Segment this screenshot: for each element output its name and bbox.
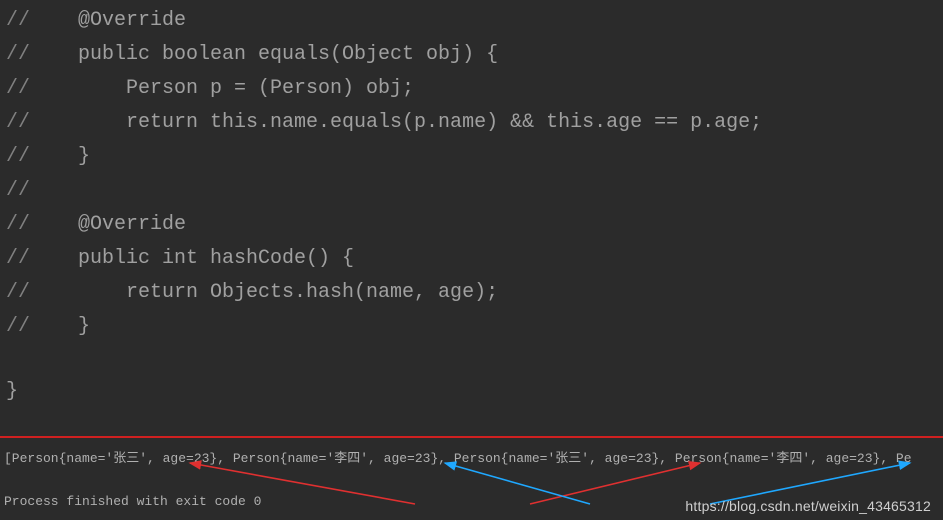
code-line: // return this.name.equals(p.name) && th… — [0, 106, 943, 140]
code-text: } — [78, 310, 90, 344]
code-line: // } — [0, 140, 943, 174]
error-underline — [0, 436, 943, 438]
code-text: public boolean equals(Object obj) { — [78, 38, 498, 72]
code-line: // @Override — [0, 4, 943, 38]
comment-marker: // — [0, 208, 78, 242]
comment-marker: // — [0, 242, 78, 276]
comment-marker: // — [0, 140, 78, 174]
code-text: Person p = (Person) obj; — [78, 72, 414, 106]
comment-marker: // — [0, 72, 78, 106]
console-output-line: [Person{name='张三', age=23}, Person{name=… — [0, 441, 943, 466]
code-text: return this.name.equals(p.name) && this.… — [78, 106, 762, 140]
code-line: // — [0, 174, 943, 208]
code-line: // Person p = (Person) obj; — [0, 72, 943, 106]
code-line: // } — [0, 310, 943, 344]
code-text: return Objects.hash(name, age); — [78, 276, 498, 310]
comment-marker: // — [0, 276, 78, 310]
code-text: @Override — [78, 208, 186, 242]
code-line: // @Override — [0, 208, 943, 242]
comment-marker: // — [0, 310, 78, 344]
code-text: } — [78, 140, 90, 174]
code-line — [0, 344, 943, 378]
code-text: @Override — [78, 4, 186, 38]
comment-marker: // — [0, 38, 78, 72]
code-line: // return Objects.hash(name, age); — [0, 276, 943, 310]
comment-marker: // — [0, 106, 78, 140]
comment-marker: // — [0, 174, 78, 208]
code-line: // public boolean equals(Object obj) { — [0, 38, 943, 72]
closing-brace: } — [0, 378, 943, 406]
code-editor[interactable]: // @Override // public boolean equals(Ob… — [0, 0, 943, 420]
watermark-url: https://blog.csdn.net/weixin_43465312 — [685, 498, 931, 514]
code-line: // public int hashCode() { — [0, 242, 943, 276]
comment-marker: // — [0, 4, 78, 38]
code-text: public int hashCode() { — [78, 242, 354, 276]
